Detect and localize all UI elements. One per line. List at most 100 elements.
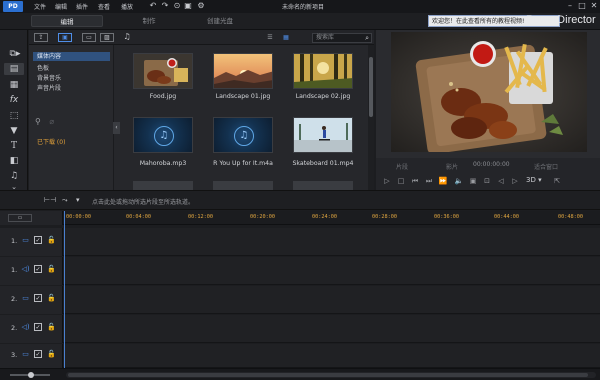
- minimize-icon[interactable]: –: [564, 0, 576, 12]
- gear-icon[interactable]: ⚙: [196, 1, 206, 11]
- split-icon[interactable]: ⊢⊣: [44, 196, 56, 204]
- track-manager-button[interactable]: ▭: [8, 214, 32, 222]
- power-tools-icon[interactable]: ▣: [183, 1, 193, 11]
- media-thumb-food[interactable]: [133, 53, 193, 89]
- category-background-music[interactable]: 背景音乐: [37, 73, 61, 82]
- tab-create-disc[interactable]: 创建光盘: [193, 15, 247, 27]
- menu-plugins[interactable]: 插件: [76, 2, 88, 11]
- track-video-1[interactable]: 1. ▭ ✓ 🔓: [0, 228, 600, 256]
- fast-forward-icon[interactable]: ⏩: [438, 176, 448, 186]
- effects-room-icon[interactable]: ▦: [8, 79, 20, 91]
- category-sound-clips[interactable]: 声音片段: [37, 83, 61, 92]
- clip-mode-label[interactable]: 片段: [396, 162, 408, 171]
- zoom-slider-knob[interactable]: [28, 372, 34, 378]
- link-icon[interactable]: ⤳: [62, 196, 68, 205]
- timeline-playhead[interactable]: [64, 211, 65, 368]
- category-color-boards[interactable]: 色板: [37, 63, 49, 72]
- import-icon[interactable]: ⇪: [34, 33, 48, 42]
- volume-down-icon[interactable]: ◁: [496, 176, 506, 186]
- menu-edit[interactable]: 编辑: [55, 2, 67, 11]
- track-enable-checkbox[interactable]: ✓: [34, 323, 42, 331]
- undo-icon[interactable]: ↶: [148, 1, 158, 11]
- timecode-display[interactable]: 00:00:00:00: [473, 161, 510, 168]
- volume-up-icon[interactable]: ▷: [510, 176, 520, 186]
- search-input[interactable]: 搜索库 ⌕: [312, 33, 372, 43]
- tab-edit[interactable]: 编辑: [31, 15, 103, 27]
- media-label: R You Up for It.m4a: [213, 160, 273, 167]
- menu-file[interactable]: 文件: [34, 2, 46, 11]
- media-thumb-landscape-02[interactable]: [293, 53, 353, 89]
- lock-icon[interactable]: 🔓: [47, 236, 56, 245]
- transition-room-icon[interactable]: ◧: [8, 155, 20, 167]
- particle-room-icon[interactable]: ▼: [8, 125, 20, 137]
- dropdown-icon[interactable]: ▾: [76, 196, 80, 204]
- stop-icon[interactable]: □: [396, 176, 406, 186]
- audio-filter-icon[interactable]: ♫: [120, 33, 134, 42]
- menu-playback[interactable]: 播放: [121, 2, 133, 11]
- track-video-2[interactable]: 2. ▭ ✓ 🔓: [0, 286, 600, 314]
- media-thumb-partial[interactable]: [213, 181, 273, 190]
- lock-icon[interactable]: 🔓: [47, 265, 56, 274]
- track-header: 2. ▭ ✓ 🔓: [0, 286, 63, 314]
- redo-icon[interactable]: ↷: [160, 1, 170, 11]
- tab-produce[interactable]: 制作: [138, 15, 160, 27]
- fit-window-label[interactable]: 适合窗口: [534, 162, 558, 171]
- media-thumb-landscape-01[interactable]: [213, 53, 273, 89]
- media-thumb-skateboard[interactable]: [293, 117, 353, 153]
- tag-icon[interactable]: ⚲: [35, 117, 41, 126]
- mode-bar: 编辑 制作 创建光盘 欢迎您！在此查看所有的教程视频!: [0, 13, 600, 30]
- track-enable-checkbox[interactable]: ✓: [34, 294, 42, 302]
- volume-icon[interactable]: 🔈: [454, 176, 464, 186]
- tag-remove-icon[interactable]: ⌀: [49, 117, 54, 126]
- list-view-icon[interactable]: ☰: [263, 33, 277, 42]
- fx-room-icon[interactable]: fx: [8, 94, 20, 106]
- snapshot-icon[interactable]: ▣: [468, 176, 478, 186]
- close-icon[interactable]: ✕: [588, 0, 600, 12]
- track-enable-checkbox[interactable]: ✓: [34, 265, 42, 273]
- media-room-icon[interactable]: ▤: [4, 63, 24, 75]
- timeline-zoom-slider[interactable]: [10, 372, 50, 378]
- track-enable-checkbox[interactable]: ✓: [34, 236, 42, 244]
- media-thumb-partial[interactable]: [133, 181, 193, 190]
- search-placeholder: 搜索库: [316, 34, 335, 41]
- image-filter-icon[interactable]: ▨: [100, 33, 114, 42]
- category-media-content[interactable]: 媒体内容: [33, 52, 110, 61]
- media-thumb-partial[interactable]: [293, 181, 353, 190]
- 3d-mode-button[interactable]: 3D ▾: [526, 176, 542, 184]
- next-frame-icon[interactable]: ⏭: [424, 176, 434, 186]
- timeline-ruler[interactable]: ▭ 00:00:00 00:04:00 00:12:00 00:20:00 00…: [0, 211, 600, 225]
- video-filter-icon[interactable]: ▭: [82, 33, 96, 42]
- track-audio-1[interactable]: 1. ◁) ✓ 🔓: [0, 257, 600, 285]
- media-filter-all-icon[interactable]: ▣: [58, 33, 72, 42]
- library-scrollbar[interactable]: [368, 45, 374, 190]
- lock-icon[interactable]: 🔓: [47, 294, 56, 303]
- menu-view[interactable]: 查看: [98, 2, 110, 11]
- search-icon[interactable]: ⌕: [365, 34, 369, 42]
- stabilize-icon[interactable]: ⊙: [172, 1, 182, 11]
- track-video-3[interactable]: 3. ▭ ✓ 🔓: [0, 344, 600, 368]
- preview-controls: 片段 影片 00:00:00:00 适合窗口 ▷ □ ⏮ ⏭ ⏩ 🔈 ▣ ⊡ ◁…: [376, 158, 600, 190]
- media-thumb-mahoroba[interactable]: ♫: [133, 117, 193, 153]
- movie-mode-label[interactable]: 影片: [446, 162, 458, 171]
- grid-view-icon[interactable]: ▦: [279, 33, 293, 42]
- collapse-panel-button[interactable]: ‹: [113, 122, 120, 134]
- track-enable-checkbox[interactable]: ✓: [34, 350, 42, 358]
- previous-frame-icon[interactable]: ⏮: [410, 176, 420, 186]
- media-thumb-r-you-up[interactable]: ♫: [213, 117, 273, 153]
- pip-room-icon[interactable]: ⬚: [8, 110, 20, 122]
- timeline-horizontal-scrollbar[interactable]: [66, 372, 596, 378]
- maximize-icon[interactable]: □: [576, 0, 588, 12]
- lock-icon[interactable]: 🔓: [47, 350, 56, 359]
- ruler-tick: 00:36:00: [434, 214, 459, 220]
- fullscreen-preview-icon[interactable]: ⊡: [482, 176, 492, 186]
- lock-icon[interactable]: 🔓: [47, 323, 56, 332]
- undock-icon[interactable]: ⇱: [552, 176, 562, 186]
- category-downloaded[interactable]: 已下载 (0): [37, 137, 65, 146]
- import-media-icon[interactable]: ⧉▸: [6, 48, 24, 60]
- library-scrollbar-thumb[interactable]: [369, 57, 373, 117]
- track-audio-2[interactable]: 2. ◁) ✓ 🔓: [0, 315, 600, 343]
- timeline-scroll-thumb[interactable]: [68, 373, 588, 377]
- preview-image: [391, 32, 587, 152]
- play-icon[interactable]: ▷: [382, 176, 392, 186]
- title-room-icon[interactable]: T: [8, 140, 20, 152]
